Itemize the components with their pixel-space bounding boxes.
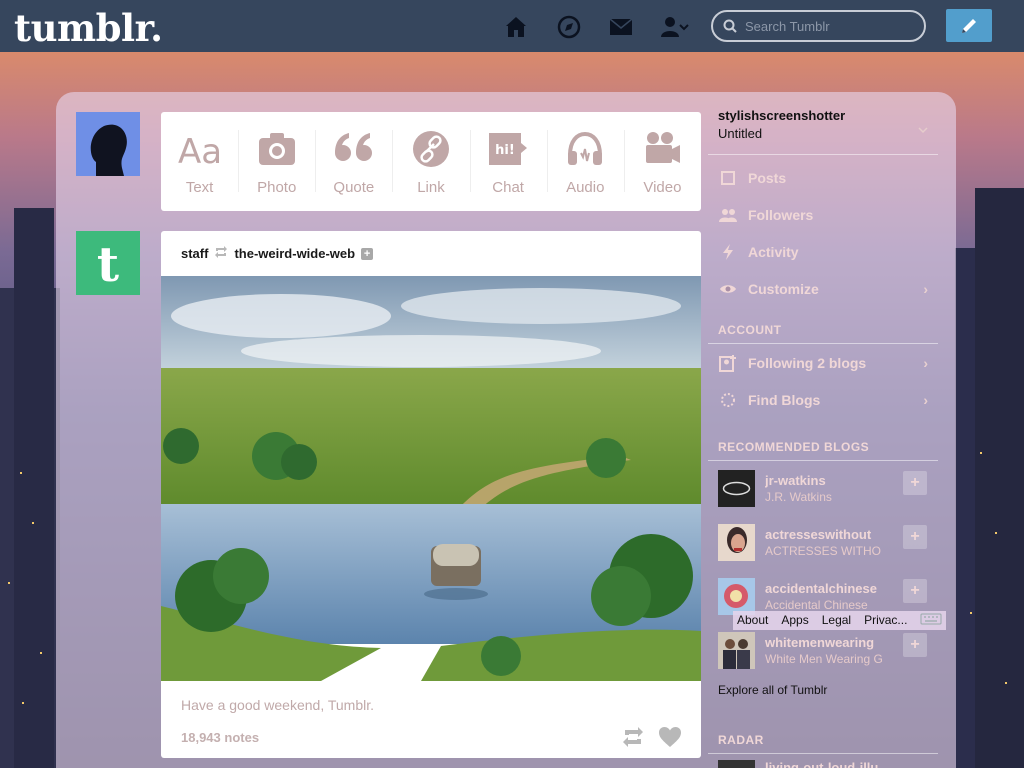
sidebar-item-followers[interactable]: Followers <box>718 196 938 233</box>
text-icon: Aa <box>176 129 224 169</box>
headphones-icon <box>565 129 605 169</box>
explore-link[interactable]: Explore all of Tumblr <box>718 683 938 697</box>
quote-icon <box>333 129 375 169</box>
mail-icon[interactable] <box>608 14 634 40</box>
top-navigation-bar: tumblr. <box>0 0 1024 52</box>
video-camera-icon <box>642 129 682 169</box>
compass-icon[interactable] <box>556 14 582 40</box>
compose-button[interactable] <box>946 9 992 42</box>
search-box[interactable] <box>711 10 926 42</box>
follow-button[interactable]: + <box>903 471 927 495</box>
blog-info[interactable]: stylishscreenshotter Untitled <box>718 108 938 141</box>
home-icon[interactable] <box>503 14 529 40</box>
keyboard-icon[interactable] <box>920 613 942 628</box>
account-icon[interactable] <box>660 14 690 40</box>
footer-link-apps[interactable]: Apps <box>781 613 808 628</box>
reblog-button[interactable] <box>621 726 645 753</box>
follow-plus-icon[interactable]: + <box>361 247 374 260</box>
post-image[interactable] <box>161 276 701 681</box>
svg-text:hi!: hi! <box>495 143 515 158</box>
blog-name: stylishscreenshotter <box>718 108 846 123</box>
footer-link-privacy[interactable]: Privac... <box>864 613 907 628</box>
sidebar-item-activity[interactable]: Activity <box>718 233 938 270</box>
post-type-video[interactable]: Video <box>623 112 701 211</box>
svg-text:t: t <box>97 237 119 293</box>
chat-icon: hi! <box>487 129 529 169</box>
search-input[interactable] <box>745 18 915 34</box>
post-author-link[interactable]: staff <box>181 246 208 261</box>
recommended-blog[interactable]: whitemenwearing White Men Wearing G + <box>718 623 938 677</box>
following-icon <box>718 353 738 373</box>
account-heading: ACCOUNT <box>718 323 782 337</box>
staff-avatar[interactable]: t <box>76 231 140 295</box>
recommended-blog[interactable]: jr-watkins J.R. Watkins + <box>718 461 938 515</box>
footer-link-about[interactable]: About <box>737 613 768 628</box>
follow-button[interactable]: + <box>903 633 927 657</box>
blog-avatar <box>718 760 755 768</box>
post-type-text[interactable]: Aa Text <box>161 112 238 211</box>
blog-menu: Posts Followers Activity Customize › <box>718 159 938 307</box>
svg-text:Aa: Aa <box>178 132 222 169</box>
sidebar-item-following[interactable]: Following 2 blogs › <box>718 344 938 381</box>
tumblr-logo[interactable]: tumblr. <box>14 6 163 50</box>
post-type-quote[interactable]: Quote <box>315 112 392 211</box>
heart-icon <box>659 727 681 747</box>
sidebar-item-posts[interactable]: Posts <box>718 159 938 196</box>
footer-link-legal[interactable]: Legal <box>822 613 851 628</box>
follow-button[interactable]: + <box>903 525 927 549</box>
radar-blog[interactable]: living-out-loud-illu <box>718 754 938 768</box>
post-caption: Have a good weekend, Tumblr. <box>181 697 375 713</box>
search-icon <box>723 19 737 33</box>
followers-icon <box>718 205 738 225</box>
camera-icon <box>257 129 297 169</box>
footer-links: About Apps Legal Privac... <box>733 611 947 630</box>
post-header: staff the-weird-wide-web + <box>161 231 701 276</box>
blog-avatar <box>718 577 755 615</box>
reblog-source-link[interactable]: the-weird-wide-web <box>234 246 355 261</box>
dashboard-post: staff the-weird-wide-web + Have a good w… <box>161 231 701 758</box>
chevron-down-icon[interactable] <box>918 122 928 140</box>
post-type-bar: Aa Text Photo Quote Link hi! Chat Audio <box>161 112 701 211</box>
post-type-chat[interactable]: hi! Chat <box>469 112 547 211</box>
chevron-right-icon: › <box>923 354 928 371</box>
follow-button[interactable]: + <box>903 579 927 603</box>
recommended-heading: RECOMMENDED BLOGS <box>718 440 870 454</box>
pencil-icon <box>962 18 976 33</box>
find-icon <box>718 390 738 410</box>
reblog-icon <box>623 727 643 747</box>
notes-count[interactable]: 18,943 notes <box>181 730 259 745</box>
chevron-right-icon: › <box>923 391 928 408</box>
blog-title: Untitled <box>718 126 763 141</box>
radar-heading: RADAR <box>718 733 764 747</box>
sidebar-item-customize[interactable]: Customize › <box>718 270 938 307</box>
posts-icon <box>718 168 738 188</box>
recommended-blog[interactable]: actresseswithout ACTRESSES WITHO + <box>718 515 938 569</box>
sidebar: stylishscreenshotter Untitled Posts Foll… <box>708 108 938 768</box>
blog-avatar <box>718 631 755 669</box>
post-type-link[interactable]: Link <box>392 112 469 211</box>
reblog-icon <box>214 246 228 261</box>
blog-avatar <box>718 469 755 507</box>
blog-avatar <box>718 523 755 561</box>
post-type-audio[interactable]: Audio <box>546 112 624 211</box>
eye-icon <box>718 279 738 299</box>
user-avatar[interactable] <box>76 112 140 176</box>
sidebar-item-find-blogs[interactable]: Find Blogs › <box>718 381 938 418</box>
like-button[interactable] <box>658 726 682 753</box>
activity-icon <box>718 242 738 262</box>
post-type-photo[interactable]: Photo <box>238 112 315 211</box>
chevron-right-icon: › <box>923 280 928 297</box>
link-icon <box>412 129 450 169</box>
